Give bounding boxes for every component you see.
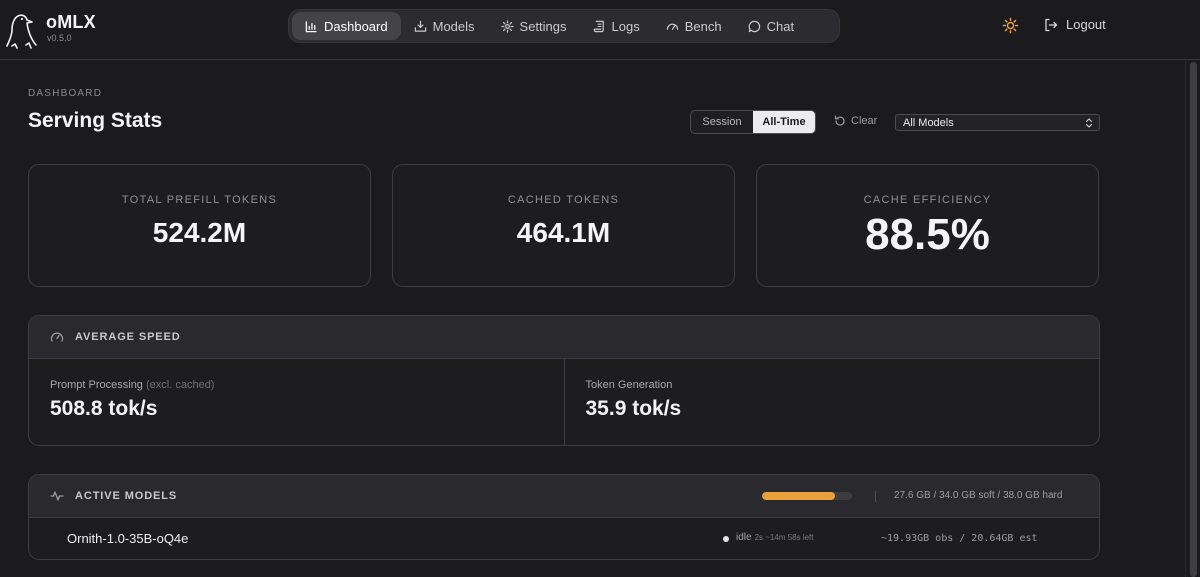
penguin-logo-icon (6, 14, 37, 49)
nav-dashboard-label: Dashboard (324, 18, 388, 34)
page-scrollbar[interactable] (1185, 60, 1200, 577)
stat-label: TOTAL PREFILL TOKENS (121, 194, 278, 206)
average-speed-panel: AVERAGE SPEED Prompt Processing (excl. c… (28, 315, 1100, 446)
gen-speed-value: 35.9 tok/s (585, 397, 682, 420)
gear-icon (500, 19, 514, 33)
model-memory: ~19.93GB obs / 20.64GB est (881, 533, 1038, 544)
scroll-thumb[interactable] (1190, 62, 1197, 577)
scope-all-time-button[interactable]: All-Time (753, 111, 815, 133)
gauge-icon (50, 332, 64, 342)
model-status: idle 2s ~14m 58s left (736, 532, 814, 543)
memory-usage-bar (762, 492, 852, 500)
model-filter-value: All Models (903, 116, 954, 129)
page-title: Serving Stats (28, 109, 163, 132)
stat-card-cached-tokens: CACHED TOKENS 464.1M (392, 164, 735, 287)
main-nav: Dashboard Models Settings Logs Bench Cha… (288, 9, 840, 43)
brand-version: v0.5.0 (47, 33, 72, 43)
nav-models-label: Models (432, 18, 475, 34)
nav-bench-label: Bench (684, 18, 722, 34)
nav-chat[interactable]: Chat (735, 12, 807, 40)
prompt-label: Prompt Processing (50, 379, 143, 391)
memory-usage-text: 27.6 GB / 34.0 GB soft / 38.0 GB hard (894, 490, 1063, 501)
nav-settings[interactable]: Settings (488, 12, 580, 40)
prompt-note: (excl. cached) (146, 379, 215, 391)
logout-label: Logout (1066, 17, 1106, 32)
nav-dashboard[interactable]: Dashboard (292, 12, 401, 40)
stat-label: CACHE EFFICIENCY (863, 194, 992, 206)
status-label: idle (736, 532, 752, 543)
clear-label: Clear (851, 115, 878, 127)
token-generation-metric: Token Generation 35.9 tok/s (563, 359, 1100, 445)
metric-label: Prompt Processing (excl. cached) (50, 379, 564, 391)
top-bar: oMLX v0.5.0 Dashboard Models Settings Lo… (0, 0, 1200, 60)
stat-label: CACHED TOKENS (507, 194, 620, 206)
logout-button[interactable]: Logout (1044, 17, 1106, 32)
panel-header: ACTIVE MODELS 27.6 GB / 34.0 GB soft / 3… (29, 475, 1099, 518)
model-filter-select[interactable]: All Models (895, 114, 1100, 131)
model-name: Ornith-1.0-35B-oQ4e (67, 531, 189, 546)
stat-value: 524.2M (152, 217, 247, 248)
chevron-up-down-icon (1085, 117, 1093, 128)
brand-name: oMLX (46, 12, 96, 32)
download-tray-icon (414, 20, 426, 32)
panel-title: AVERAGE SPEED (75, 331, 181, 343)
page-eyebrow: DASHBOARD (28, 88, 103, 99)
gen-label: Token Generation (585, 379, 673, 391)
bar-chart-icon (305, 20, 317, 32)
nav-logs[interactable]: Logs (580, 12, 653, 40)
status-detail: 2s ~14m 58s left (754, 533, 814, 542)
divider (875, 491, 876, 502)
panel-title: ACTIVE MODELS (75, 490, 178, 502)
memory-usage-fill (762, 492, 835, 500)
chat-bubble-icon (748, 20, 760, 32)
status-dot-icon (723, 536, 729, 542)
sun-icon[interactable] (1002, 17, 1019, 34)
scroll-icon (593, 20, 604, 32)
nav-logs-label: Logs (611, 18, 640, 34)
gauge-icon (666, 23, 678, 30)
active-models-panel: ACTIVE MODELS 27.6 GB / 34.0 GB soft / 3… (28, 474, 1100, 560)
stat-card-cache-efficiency: CACHE EFFICIENCY 88.5% (756, 164, 1099, 287)
speed-metrics: Prompt Processing (excl. cached) 508.8 t… (29, 359, 1099, 445)
prompt-processing-metric: Prompt Processing (excl. cached) 508.8 t… (29, 359, 564, 445)
stat-value: 88.5% (865, 210, 990, 259)
nav-models[interactable]: Models (401, 12, 488, 40)
clear-button[interactable]: Clear (834, 115, 877, 127)
scope-session-button[interactable]: Session (691, 111, 753, 133)
model-row[interactable]: Ornith-1.0-35B-oQ4e idle 2s ~14m 58s left… (29, 518, 1099, 559)
nav-chat-label: Chat (766, 18, 795, 34)
logout-icon (1045, 18, 1058, 31)
reset-icon (834, 115, 845, 126)
activity-icon (50, 491, 64, 501)
stat-value: 464.1M (516, 217, 611, 248)
scope-toggle: Session All-Time (690, 110, 816, 134)
prompt-speed-value: 508.8 tok/s (50, 397, 158, 420)
panel-header: AVERAGE SPEED (29, 316, 1099, 359)
app-root: oMLX v0.5.0 Dashboard Models Settings Lo… (0, 0, 1200, 577)
nav-bench[interactable]: Bench (653, 12, 735, 40)
nav-settings-label: Settings (519, 18, 567, 34)
stat-card-total-prefill: TOTAL PREFILL TOKENS 524.2M (28, 164, 371, 287)
brand[interactable]: oMLX v0.5.0 (6, 8, 106, 52)
